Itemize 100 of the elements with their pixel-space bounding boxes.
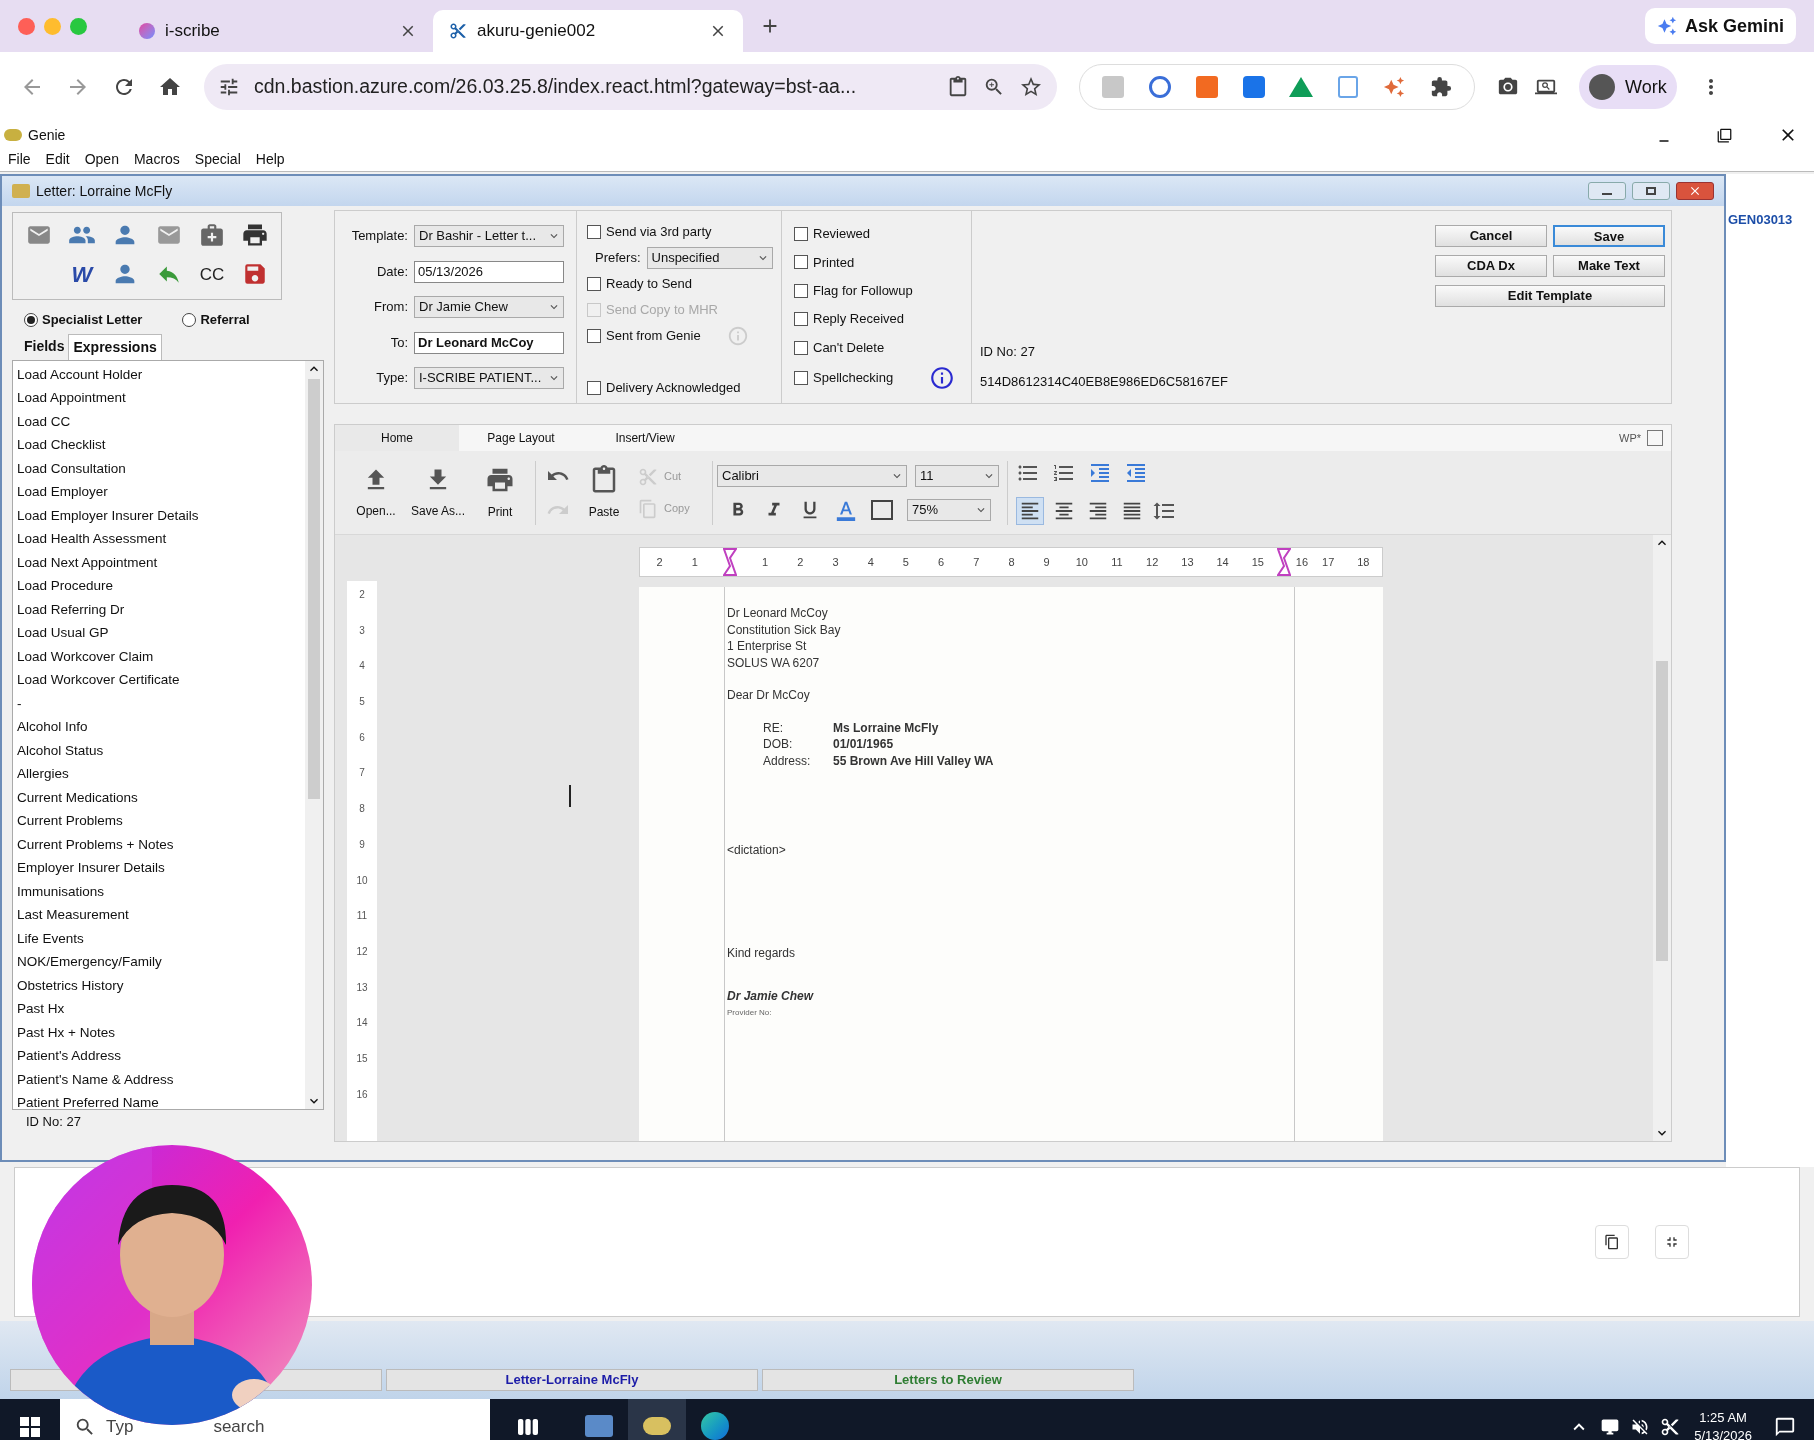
list-item[interactable]: Life Events	[17, 926, 305, 950]
action-button[interactable]: Cancel	[1435, 225, 1547, 247]
scroll-thumb[interactable]	[308, 378, 320, 799]
checkbox[interactable]	[587, 225, 601, 239]
list-item[interactable]: Load Procedure	[17, 574, 305, 598]
brackets-icon[interactable]	[871, 499, 893, 520]
list-item[interactable]: Load CC	[17, 409, 305, 433]
toolbar-button[interactable]: Save As...	[407, 457, 469, 528]
list-item[interactable]: Load Appointment	[17, 386, 305, 410]
ribbon-tab[interactable]: Home	[335, 425, 459, 451]
ribbon-tab[interactable]: Insert/View	[583, 425, 707, 451]
list-item[interactable]: Employer Insurer Details	[17, 856, 305, 880]
checkbox[interactable]	[794, 283, 808, 298]
taskbar-app-icon[interactable]	[628, 1399, 686, 1440]
maximize-icon[interactable]	[1632, 182, 1670, 200]
status-tab[interactable]: Letter-Lorraine McFly	[386, 1369, 758, 1391]
profile-button[interactable]: Work	[1579, 65, 1677, 109]
list-item[interactable]: Allergies	[17, 762, 305, 786]
zoom-icon[interactable]	[983, 76, 1005, 98]
list-item[interactable]: Patient's Address	[17, 1044, 305, 1068]
checkbox[interactable]	[794, 255, 808, 270]
list-item[interactable]: Load Employer Insurer Details	[17, 503, 305, 527]
panel-tab[interactable]: Expressions	[68, 333, 162, 360]
list-item[interactable]: Load Next Appointment	[17, 550, 305, 574]
menu-item[interactable]: Help	[255, 149, 285, 170]
extension-icon[interactable]	[1195, 76, 1218, 98]
list-item[interactable]: Past Hx	[17, 997, 305, 1021]
dropdown[interactable]: Dr Bashir - Letter t...	[414, 225, 564, 247]
input-field[interactable]: 05/13/2026	[414, 260, 564, 283]
scrollbar[interactable]	[305, 360, 323, 1109]
collapse-icon[interactable]	[1655, 1225, 1689, 1259]
ribbon-tab[interactable]: Page Layout	[459, 425, 583, 451]
word-icon[interactable]: W	[71, 257, 93, 291]
copy-icon[interactable]	[1595, 1225, 1629, 1259]
list-item[interactable]: -	[17, 691, 305, 715]
list-item[interactable]: Current Medications	[17, 785, 305, 809]
scroll-thumb[interactable]	[1656, 661, 1668, 961]
extension-icon[interactable]	[1242, 76, 1265, 98]
dropdown[interactable]: Unspecified	[646, 247, 773, 269]
browser-tab[interactable]: akuru-genie002	[433, 10, 743, 52]
checkbox[interactable]	[794, 312, 808, 327]
list-item[interactable]: Load Workcover Claim	[17, 644, 305, 668]
list-item[interactable]: Obstetrics History	[17, 973, 305, 997]
paste-button[interactable]: Paste	[576, 457, 632, 528]
extension-icon[interactable]	[1149, 76, 1172, 98]
zoom-dropdown[interactable]: 75%	[907, 498, 991, 521]
menu-item[interactable]: File	[8, 149, 31, 170]
action-button[interactable]: Make Text	[1553, 255, 1665, 277]
action-button[interactable]: CDA Dx	[1435, 255, 1547, 277]
star-icon[interactable]	[1019, 75, 1043, 99]
list-item[interactable]: Load Employer	[17, 480, 305, 504]
list-item[interactable]: Load Referring Dr	[17, 597, 305, 621]
list-item[interactable]: Patient Preferred Name	[17, 1091, 305, 1115]
list-item[interactable]: Alcohol Status	[17, 738, 305, 762]
action-button[interactable]: Edit Template	[1435, 285, 1665, 307]
address-bar[interactable]: cdn.bastion.azure.com/26.03.25.8/index.react.html?gateway=bst-aa...	[204, 64, 1057, 110]
dropdown[interactable]: Dr Jamie Chew	[414, 296, 564, 318]
list-item[interactable]: Last Measurement	[17, 903, 305, 927]
cc-icon[interactable]: CC	[199, 261, 225, 287]
list-item[interactable]: Immunisations	[17, 879, 305, 903]
sparkle-icon[interactable]	[1382, 76, 1405, 98]
toolbar-button[interactable]: Print	[469, 457, 531, 528]
radio-button[interactable]	[24, 312, 38, 327]
panel-tab[interactable]: Fields	[20, 333, 69, 360]
extension-icon[interactable]	[1338, 76, 1359, 98]
list-item[interactable]: Load Workcover Certificate	[17, 668, 305, 692]
list-item[interactable]: NOK/Emergency/Family	[17, 950, 305, 974]
list-item[interactable]: Patient's Name & Address	[17, 1067, 305, 1091]
checkbox[interactable]	[587, 277, 601, 291]
status-tab[interactable]: Letters to Review	[762, 1369, 1134, 1391]
font-dropdown[interactable]: Calibri	[717, 464, 907, 487]
minimize-icon[interactable]	[1588, 182, 1626, 200]
font-size-dropdown[interactable]: 11	[915, 464, 999, 487]
menu-item[interactable]: Special	[194, 149, 241, 170]
site-settings-icon[interactable]	[218, 76, 240, 98]
browser-tab[interactable]: i-scribe	[123, 10, 433, 52]
list-item[interactable]: Load Account Holder	[17, 362, 305, 386]
indent-marker-icon[interactable]	[722, 548, 737, 576]
indent-marker-icon[interactable]	[1277, 548, 1292, 576]
list-item[interactable]: Past Hx + Notes	[17, 1020, 305, 1044]
windows-logo-icon[interactable]	[20, 1416, 40, 1437]
dropdown[interactable]: I-SCRIBE PATIENT...	[414, 367, 564, 389]
list-item[interactable]: Load Consultation	[17, 456, 305, 480]
ask-gemini-button[interactable]: Ask Gemini	[1644, 8, 1796, 44]
checkbox[interactable]	[587, 329, 601, 343]
list-item[interactable]: Current Problems	[17, 809, 305, 833]
notifications-icon[interactable]	[1774, 1415, 1796, 1438]
menu-item[interactable]: Open	[84, 149, 119, 170]
list-item[interactable]: Alcohol Info	[17, 715, 305, 739]
checkbox[interactable]	[794, 340, 808, 355]
input-field[interactable]: Dr Leonard McCoy	[414, 331, 564, 354]
checkbox[interactable]	[794, 227, 808, 241]
align-button[interactable]	[1016, 496, 1044, 525]
menu-item[interactable]: Macros	[133, 149, 180, 170]
triangle-icon[interactable]	[1289, 77, 1314, 97]
radio-button[interactable]	[182, 312, 197, 327]
checkbox[interactable]	[587, 381, 601, 395]
list-item[interactable]: Load Usual GP	[17, 621, 305, 645]
puzzle-icon[interactable]	[1429, 76, 1452, 98]
list-item[interactable]: Load Health Assessment	[17, 527, 305, 551]
